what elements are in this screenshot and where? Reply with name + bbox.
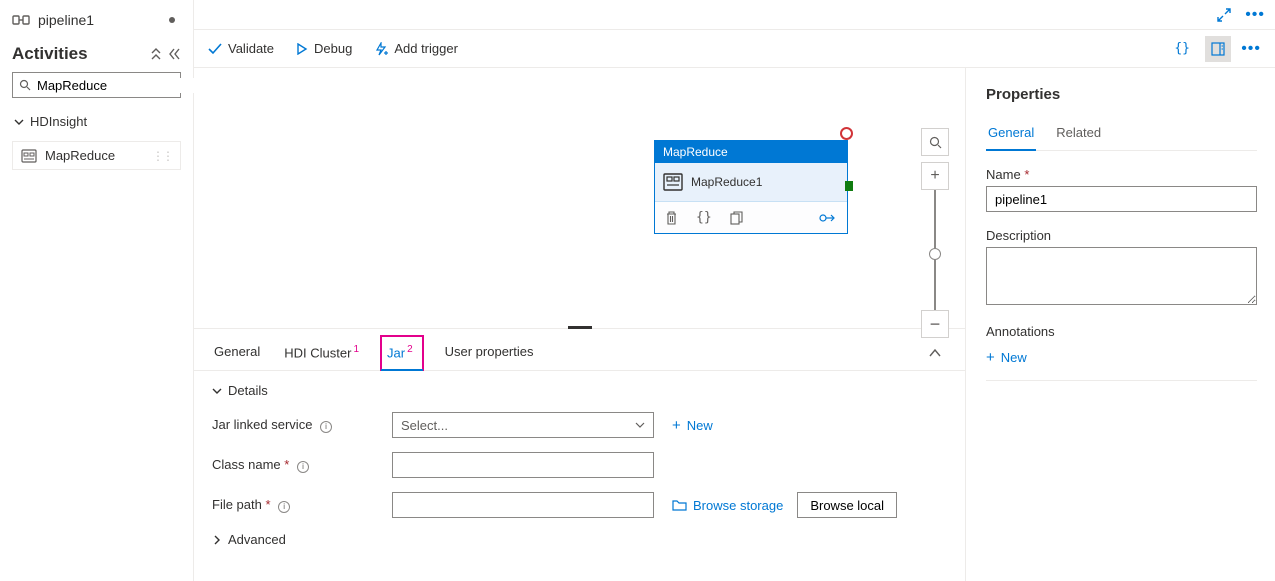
- name-input[interactable]: [986, 186, 1257, 212]
- name-label: Name *: [986, 167, 1257, 182]
- node-header: MapReduce: [655, 141, 847, 163]
- info-icon[interactable]: i: [320, 421, 332, 433]
- description-input[interactable]: [986, 247, 1257, 305]
- zoom-in-button[interactable]: +: [921, 162, 949, 190]
- category-hdinsight[interactable]: HDInsight: [12, 108, 181, 135]
- prop-tab-general[interactable]: General: [986, 119, 1036, 150]
- file-path-label: File path * i: [212, 497, 392, 513]
- zoom-slider[interactable]: [934, 190, 936, 310]
- description-label: Description: [986, 228, 1257, 243]
- node-name: MapReduce1: [691, 175, 762, 189]
- properties-panel: Properties General Related Name * Descri…: [965, 68, 1275, 581]
- trigger-icon: [374, 42, 388, 56]
- activity-item-mapreduce[interactable]: MapReduce ⋮⋮: [12, 141, 181, 170]
- activities-heading: Activities: [12, 44, 88, 64]
- more-icon[interactable]: •••: [1245, 6, 1265, 24]
- node-output-port[interactable]: [845, 181, 853, 191]
- class-name-input[interactable]: [392, 452, 654, 478]
- jar-linked-service-select[interactable]: Select...: [392, 412, 654, 438]
- activity-node-mapreduce[interactable]: MapReduce MapReduce1 {}: [654, 140, 848, 234]
- debug-button[interactable]: Debug: [296, 41, 352, 56]
- pipeline-icon: [12, 13, 30, 27]
- copy-icon[interactable]: [730, 211, 743, 225]
- grip-icon: ⋮⋮: [152, 149, 172, 163]
- delete-icon[interactable]: [665, 211, 678, 225]
- activities-search[interactable]: [12, 72, 181, 98]
- advanced-section-header[interactable]: Advanced: [212, 532, 947, 547]
- zoom-controls: + −: [921, 128, 949, 338]
- browse-storage-button[interactable]: Browse storage: [672, 498, 783, 513]
- panel-collapse-button[interactable]: [923, 342, 947, 364]
- details-section-header[interactable]: Details: [212, 383, 947, 398]
- check-icon: [208, 43, 222, 55]
- prop-tab-related[interactable]: Related: [1054, 119, 1103, 150]
- properties-toggle-button[interactable]: [1205, 36, 1231, 62]
- activities-search-input[interactable]: [37, 78, 213, 93]
- info-icon[interactable]: i: [297, 461, 309, 473]
- properties-title: Properties: [986, 86, 1257, 103]
- canvas-search-button[interactable]: [921, 128, 949, 156]
- class-name-label: Class name * i: [212, 457, 392, 473]
- pipeline-canvas[interactable]: MapReduce MapReduce1 {}: [194, 68, 965, 328]
- node-error-indicator: [840, 127, 853, 140]
- tab-jar[interactable]: Jar2: [381, 336, 423, 370]
- chevron-down-icon: [635, 420, 645, 430]
- collapse-all-icon[interactable]: [149, 48, 163, 60]
- new-annotation-button[interactable]: +New: [986, 349, 1027, 366]
- toolbar-more-icon[interactable]: •••: [1241, 40, 1261, 58]
- play-icon: [296, 43, 308, 55]
- tab-hdi-cluster[interactable]: HDI Cluster1: [282, 336, 361, 370]
- json-view-button[interactable]: {}: [1169, 36, 1195, 62]
- chevron-down-icon: [14, 117, 24, 127]
- folder-icon: [672, 499, 687, 511]
- validate-button[interactable]: Validate: [208, 41, 274, 56]
- zoom-out-button[interactable]: −: [921, 310, 949, 338]
- info-icon[interactable]: i: [278, 501, 290, 513]
- zoom-thumb[interactable]: [929, 248, 941, 260]
- add-trigger-button[interactable]: Add trigger: [374, 41, 458, 56]
- code-icon[interactable]: {}: [696, 210, 712, 225]
- tab-general[interactable]: General: [212, 336, 262, 369]
- mapreduce-icon: [21, 149, 37, 163]
- chevron-down-icon: [212, 386, 222, 396]
- panel-drag-handle[interactable]: [568, 326, 592, 329]
- chevron-right-icon: [212, 535, 222, 545]
- search-icon: [19, 79, 31, 91]
- jar-linked-service-label: Jar linked service i: [212, 417, 392, 433]
- browse-local-button[interactable]: Browse local: [797, 492, 897, 518]
- activity-item-label: MapReduce: [45, 148, 115, 163]
- flow-icon[interactable]: [819, 212, 837, 224]
- activities-sidebar: pipeline1 Activities HDInsight MapReduce…: [0, 0, 194, 581]
- unsaved-indicator: [169, 17, 175, 23]
- file-path-input[interactable]: [392, 492, 654, 518]
- pipeline-title: pipeline1: [38, 12, 161, 28]
- mapreduce-node-icon: [663, 173, 683, 191]
- expand-icon[interactable]: [1217, 8, 1231, 22]
- sidebar-collapse-icon[interactable]: [169, 48, 181, 60]
- category-label: HDInsight: [30, 114, 87, 129]
- new-linked-service-button[interactable]: +New: [672, 417, 713, 434]
- annotations-label: Annotations: [986, 324, 1257, 339]
- tab-user-properties[interactable]: User properties: [443, 336, 536, 369]
